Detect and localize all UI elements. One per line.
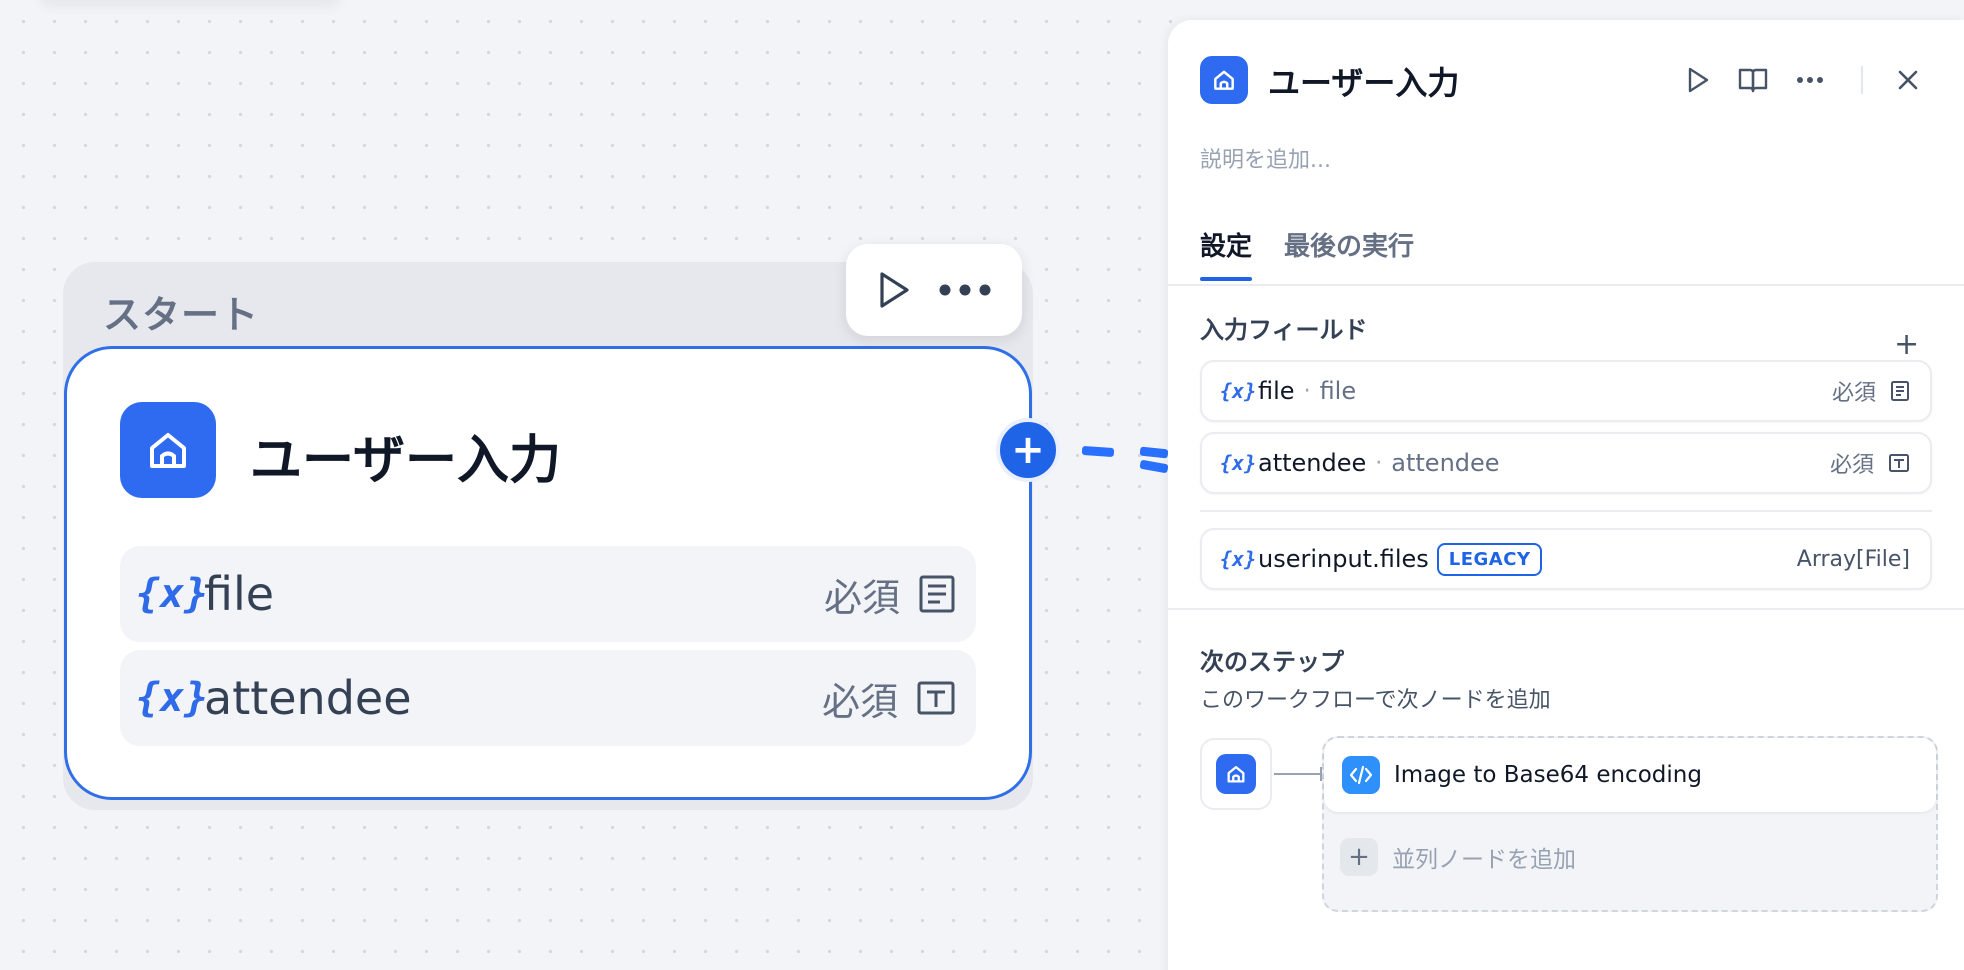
field-label: file <box>1319 377 1357 405</box>
tabs-divider <box>1168 284 1964 286</box>
node-field-file[interactable]: {x} file 必須 <box>120 546 976 642</box>
paragraph-icon <box>1891 381 1909 401</box>
field-separator: · <box>1303 378 1311 404</box>
node-field-name: attendee <box>204 671 412 725</box>
node-toolbar <box>846 244 1022 336</box>
panel-more-button[interactable] <box>1792 62 1828 98</box>
canvas-top-shadow <box>40 0 340 8</box>
step-connector <box>1274 773 1322 775</box>
input-fields-title: 入力フィールド <box>1200 316 1368 344</box>
node-field-attendee[interactable]: {x} attendee 必須 <box>120 650 976 746</box>
plus-icon: + <box>1340 838 1378 876</box>
next-node-image-to-base64[interactable]: Image to Base64 encoding <box>1324 738 1936 812</box>
field-variable-name: userinput.files <box>1258 545 1429 573</box>
node-field-name: file <box>204 567 275 621</box>
add-next-node-handle[interactable]: + <box>996 418 1060 482</box>
toolbar-divider <box>1861 66 1863 94</box>
code-icon <box>1342 756 1380 794</box>
variable-icon: {x} <box>1220 379 1257 403</box>
next-step-subtitle: このワークフローで次ノードを追加 <box>1200 688 1551 713</box>
required-label: 必須 <box>823 575 900 620</box>
add-input-field-button[interactable]: + <box>1894 330 1919 360</box>
current-node-chip <box>1200 738 1272 810</box>
next-step-title: 次のステップ <box>1200 648 1344 676</box>
tab-last-run[interactable]: 最後の実行 <box>1284 226 1414 281</box>
required-label: 必須 <box>821 679 898 724</box>
paragraph-icon <box>919 575 955 613</box>
panel-tabs: 設定 最後の実行 <box>1200 226 1414 281</box>
play-icon <box>880 272 909 308</box>
add-parallel-node-button[interactable]: + 並列ノードを追加 <box>1340 834 1576 880</box>
variable-icon: {x} <box>136 675 209 721</box>
variable-icon: {x} <box>136 571 209 617</box>
section-divider <box>1168 608 1964 610</box>
edge-dash <box>1081 445 1115 458</box>
field-variable-name: attendee <box>1258 449 1367 477</box>
more-icon <box>939 284 991 296</box>
docs-button[interactable] <box>1735 62 1771 98</box>
workflow-canvas[interactable]: スタート ユーザー入力 {x} file 必須 {x} attendee 必須 … <box>0 0 1169 970</box>
node-more-button[interactable] <box>939 284 991 296</box>
required-label: 必須 <box>1831 381 1876 406</box>
field-variable-name: file <box>1258 377 1295 405</box>
field-label: attendee <box>1391 449 1500 477</box>
variable-icon: {x} <box>1220 451 1257 475</box>
panel-title: ユーザー入力 <box>1268 64 1460 102</box>
required-label: 必須 <box>1829 453 1874 478</box>
field-type: Array[File] <box>1796 546 1910 572</box>
fields-divider <box>1200 510 1932 512</box>
close-panel-button[interactable] <box>1890 62 1926 98</box>
legacy-badge: LEGACY <box>1436 542 1543 576</box>
description-input[interactable] <box>1200 148 1900 173</box>
edge-dash <box>1139 446 1169 459</box>
home-icon <box>1216 754 1256 794</box>
node-title: ユーザー入力 <box>250 431 561 491</box>
close-icon <box>1898 70 1918 90</box>
node-home-icon <box>120 402 216 498</box>
book-open-icon <box>1738 68 1768 93</box>
tab-settings[interactable]: 設定 <box>1200 226 1253 281</box>
next-node-label: Image to Base64 encoding <box>1394 762 1702 788</box>
field-separator: · <box>1375 450 1383 476</box>
more-icon <box>1797 77 1823 83</box>
text-input-icon <box>1889 454 1909 472</box>
add-parallel-node-label: 並列ノードを追加 <box>1392 847 1576 873</box>
variable-icon: {x} <box>1220 547 1257 571</box>
edge-dash <box>1139 459 1169 474</box>
panel-home-icon <box>1200 56 1248 104</box>
text-input-icon <box>917 681 955 715</box>
input-field-file[interactable]: {x} file · file 必須 <box>1200 360 1932 422</box>
input-field-attendee[interactable]: {x} attendee · attendee 必須 <box>1200 432 1932 494</box>
start-group-label: スタート <box>103 293 260 337</box>
run-node-button[interactable] <box>877 271 911 309</box>
play-icon <box>1688 67 1709 93</box>
node-settings-panel: ユーザー入力 設定 最後の実行 入力フィールド + {x} file <box>1168 20 1964 970</box>
system-field-userinput-files[interactable]: {x} userinput.files LEGACY Array[File] <box>1200 528 1932 590</box>
run-step-button[interactable] <box>1680 62 1716 98</box>
